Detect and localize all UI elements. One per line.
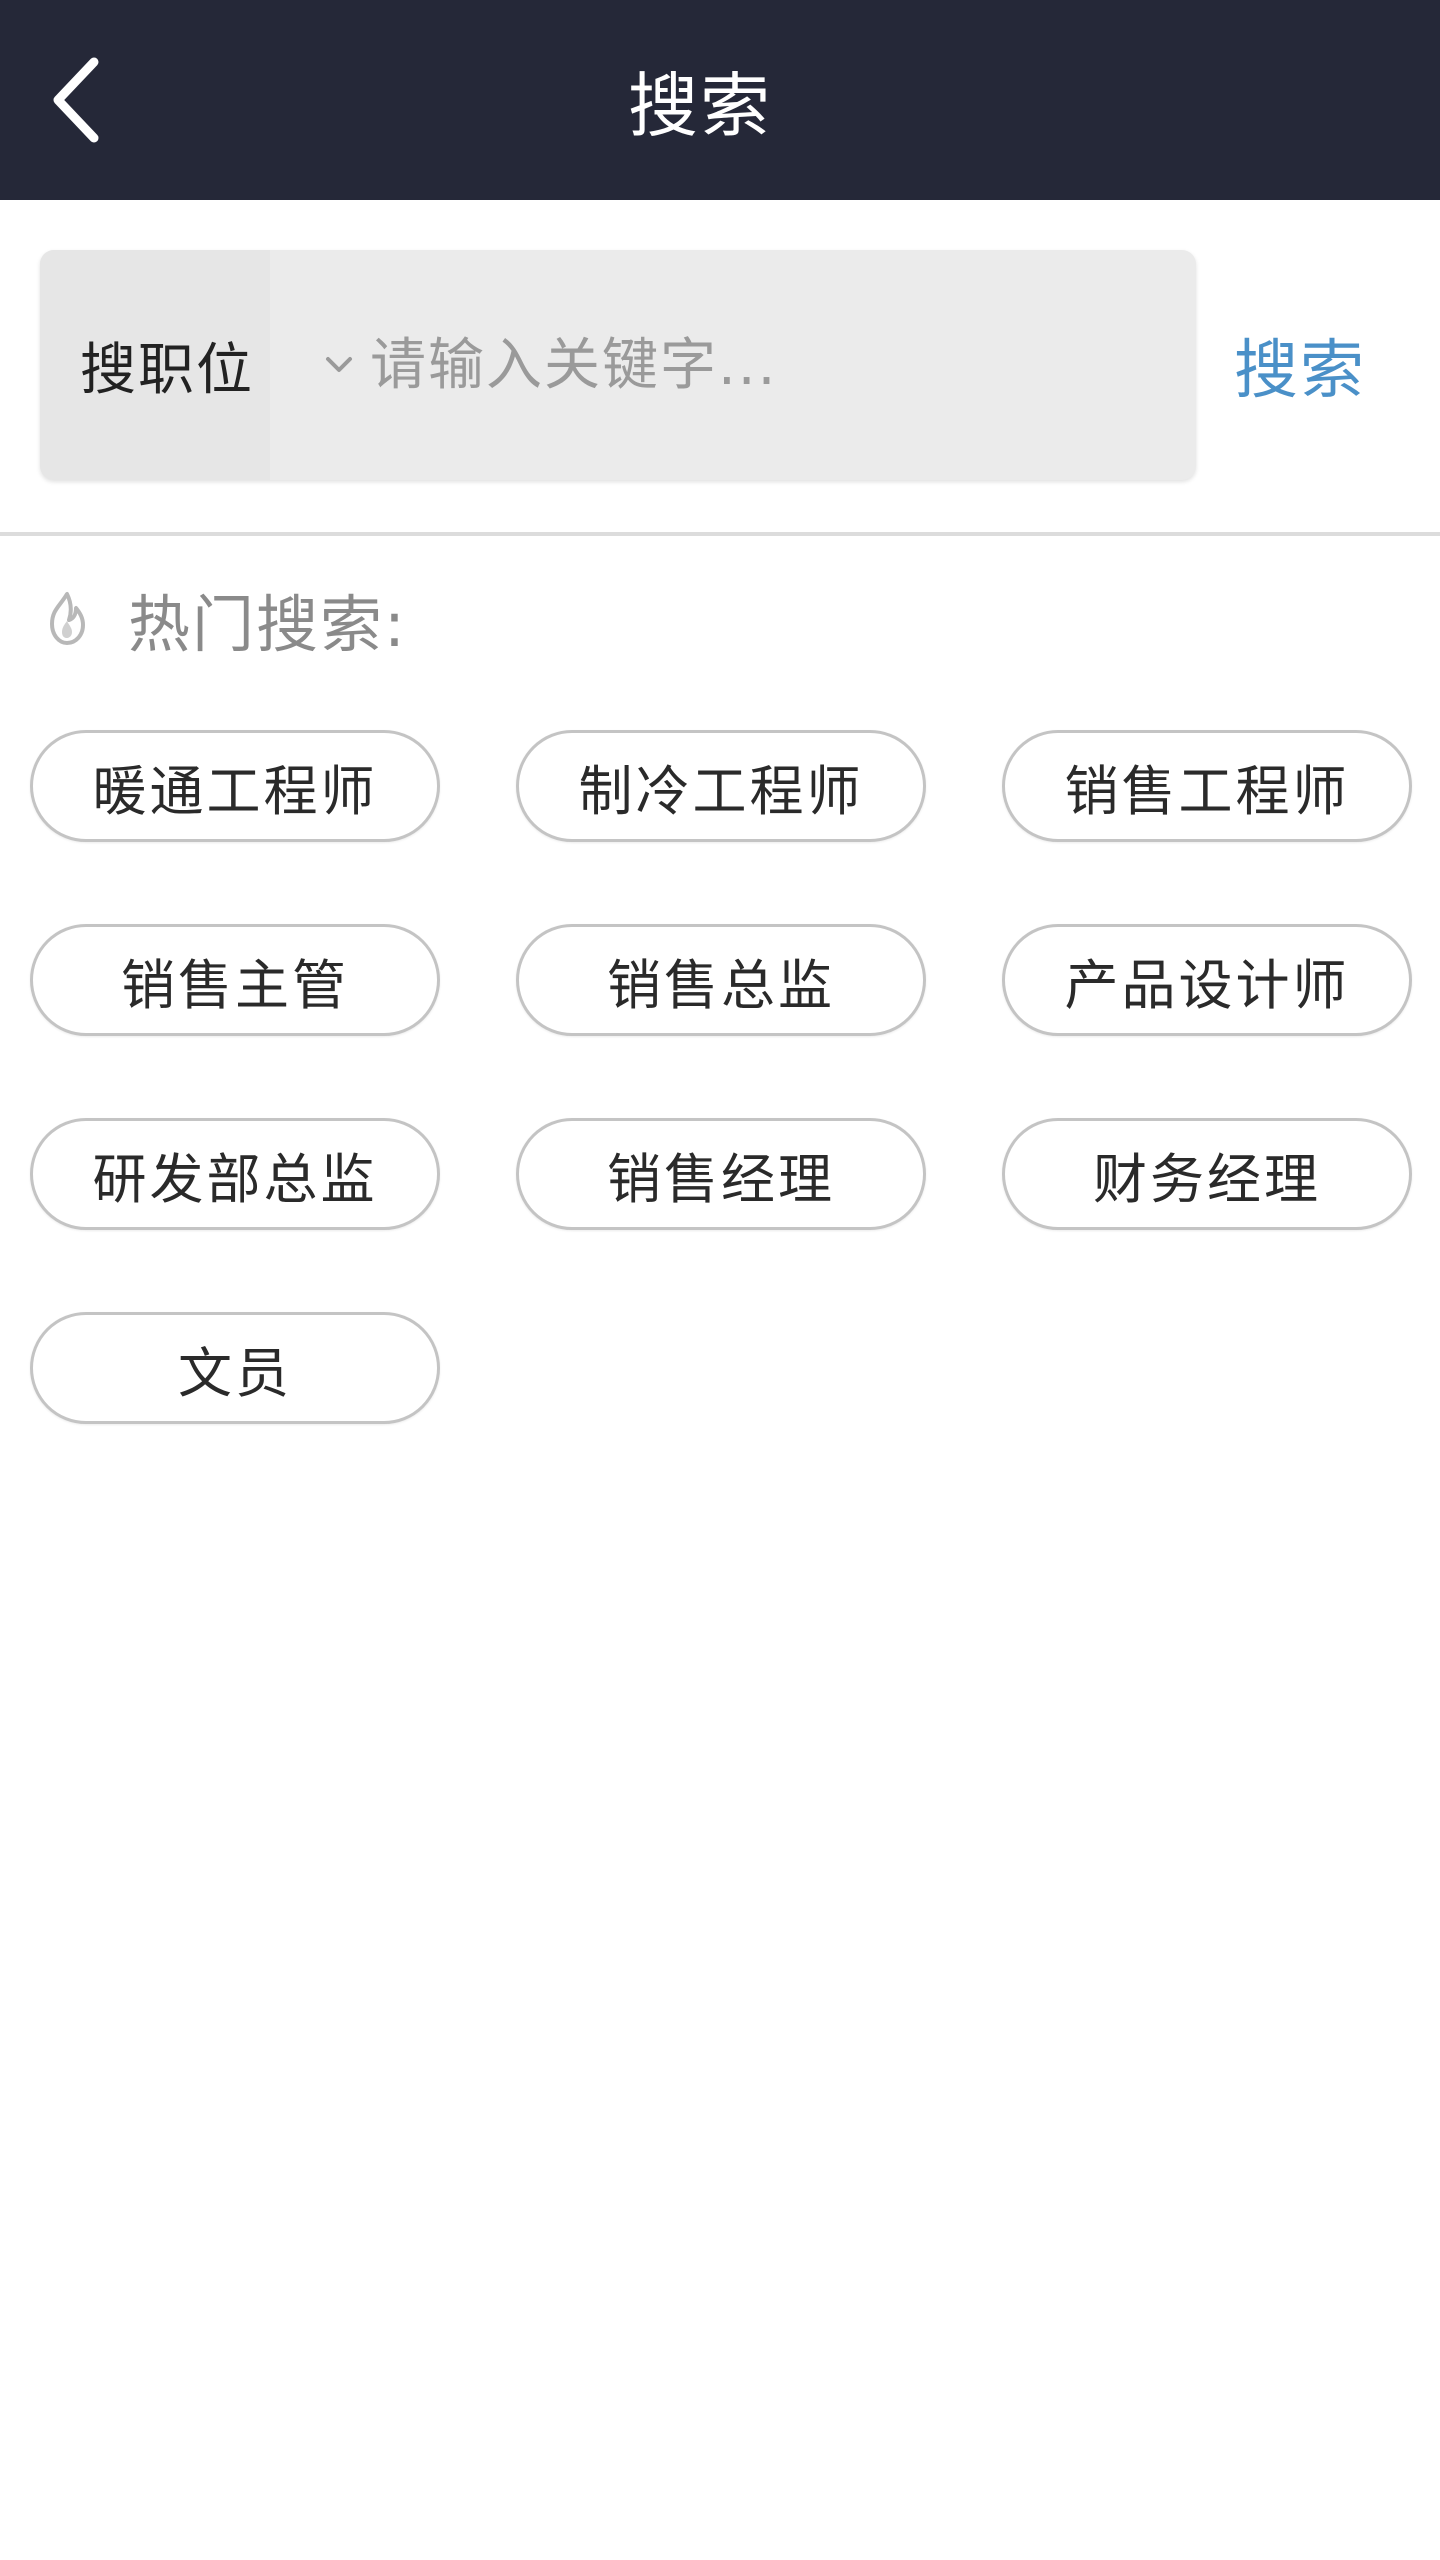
hot-tag[interactable]: 销售经理 [516,1118,926,1230]
hot-tag[interactable]: 销售总监 [516,924,926,1036]
hot-tag[interactable]: 财务经理 [1002,1118,1412,1230]
hot-tag[interactable]: 销售主管 [30,924,440,1036]
page-title: 搜索 [628,64,772,147]
category-select[interactable]: 搜职位 [40,250,270,480]
hot-tag[interactable]: 制冷工程师 [516,730,926,842]
search-bar: 搜职位 搜索 [0,200,1440,534]
hot-tag[interactable]: 销售工程师 [1002,730,1412,842]
hot-search-tags: 暖通工程师 制冷工程师 销售工程师 销售主管 销售总监 产品设计师 研发部总监 … [30,730,1420,1424]
hot-tag[interactable]: 文员 [30,1312,440,1424]
hot-tag[interactable]: 产品设计师 [1002,924,1412,1036]
hot-tag[interactable]: 暖通工程师 [30,730,440,842]
flame-icon [36,588,98,650]
category-label: 搜职位 [80,337,254,403]
hot-search-label: 热门搜索: [128,588,407,661]
divider [0,532,1440,536]
top-bar: 搜索 [0,0,1440,200]
hot-search-header: 热门搜索: [36,574,407,664]
search-button[interactable]: 搜索 [1210,250,1390,480]
chevron-down-icon[interactable] [316,342,362,388]
search-box: 搜职位 [40,250,1196,480]
search-input[interactable] [370,250,1196,480]
hot-tag[interactable]: 研发部总监 [30,1118,440,1230]
